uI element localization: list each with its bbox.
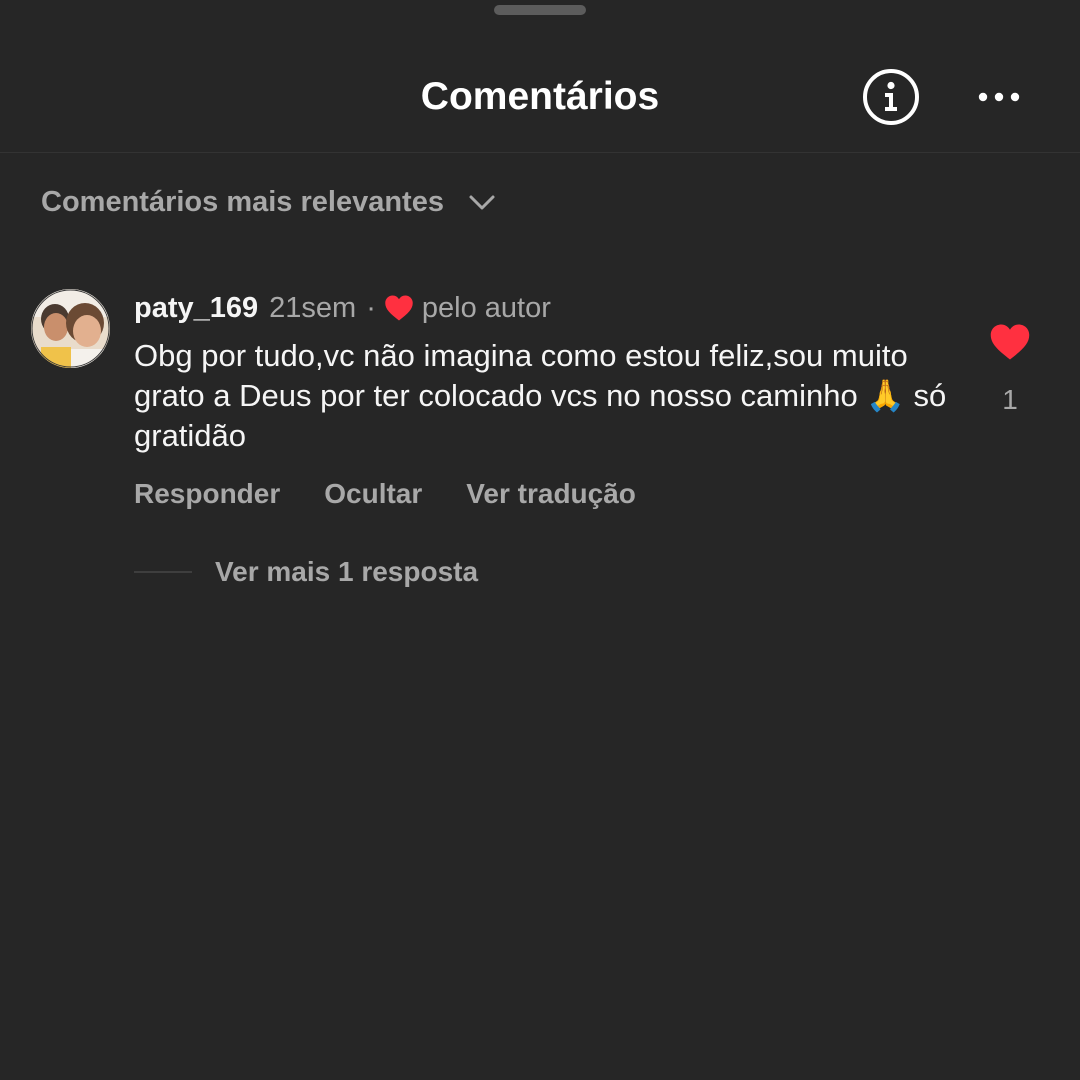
liked-by-author-label: pelo autor [421, 291, 551, 324]
header: Comentários [0, 0, 1080, 153]
comment-meta: paty_169 21sem · pelo autor [134, 288, 551, 328]
replies-divider [134, 571, 192, 573]
view-replies-button[interactable]: Ver mais 1 resposta [134, 552, 478, 592]
meta-separator: · [366, 291, 376, 324]
more-horizontal-icon[interactable] [974, 80, 1024, 114]
sort-dropdown[interactable]: Comentários mais relevantes [41, 182, 496, 222]
heart-icon [385, 295, 413, 321]
like-count[interactable]: 1 [990, 384, 1030, 416]
sort-label: Comentários mais relevantes [41, 185, 444, 218]
like-heart-icon[interactable] [989, 322, 1031, 362]
username-link[interactable]: paty_169 [134, 292, 258, 325]
comment-time: 21sem [269, 291, 357, 324]
hide-button[interactable]: Ocultar [324, 478, 422, 510]
translate-button[interactable]: Ver tradução [466, 478, 636, 510]
avatar[interactable] [31, 289, 110, 368]
chevron-down-icon [469, 195, 495, 210]
view-replies-label: Ver mais 1 resposta [215, 556, 479, 587]
info-circle-icon[interactable] [862, 68, 920, 126]
comment-text: Obg por tudo,vc não imagina como estou f… [134, 338, 947, 453]
reply-button[interactable]: Responder [134, 478, 280, 510]
comment-actions: Responder Ocultar Ver tradução [134, 474, 636, 514]
